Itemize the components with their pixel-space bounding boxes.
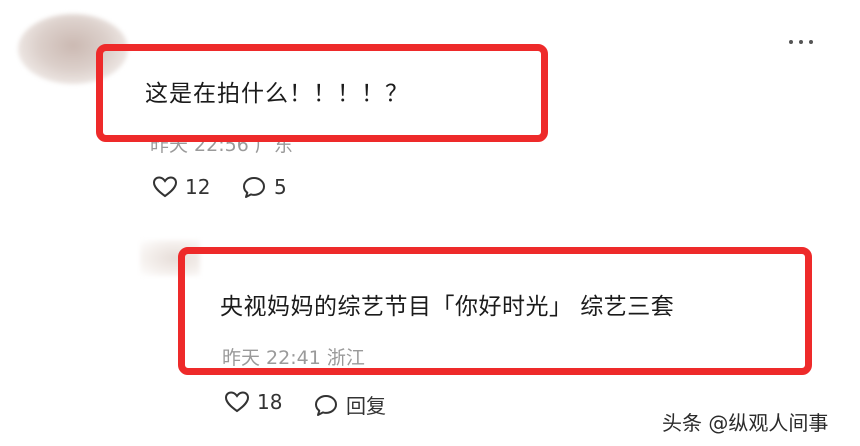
heart-icon: [224, 391, 250, 413]
comment-icon: [243, 177, 265, 198]
like-count: 18: [257, 390, 283, 414]
watermark: 头条 @纵观人间事: [662, 411, 829, 435]
highlight-box: [96, 44, 548, 142]
comment-icon: [315, 394, 337, 416]
like-count: 12: [185, 175, 211, 199]
more-options-icon[interactable]: [789, 36, 823, 48]
highlight-box: [178, 247, 812, 375]
reply-button[interactable]: 5: [241, 175, 287, 199]
like-button[interactable]: 18: [224, 390, 282, 414]
reply-label: 回复: [346, 394, 386, 418]
like-button[interactable]: 12: [152, 175, 210, 199]
heart-icon: [152, 176, 178, 198]
reply-button[interactable]: 回复: [313, 390, 386, 419]
reply-count: 5: [274, 175, 287, 199]
